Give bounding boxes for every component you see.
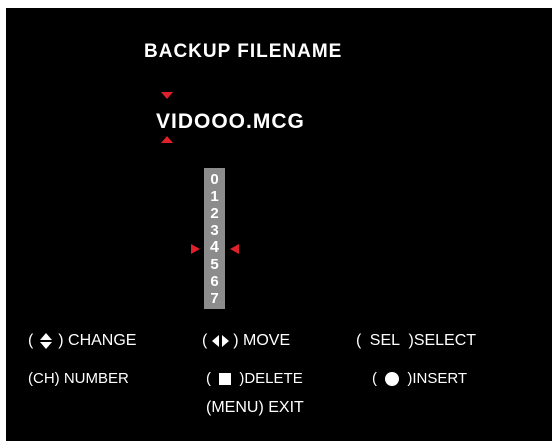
selection-left-marker-icon xyxy=(191,244,200,254)
up-down-arrows-icon xyxy=(39,332,52,349)
help-number: (CH) NUMBER xyxy=(28,370,129,387)
left-arrow-icon xyxy=(211,334,219,347)
square-icon xyxy=(219,373,232,386)
filename-field[interactable]: VIDOOO.MCG xyxy=(156,110,305,134)
selection-right-marker-icon xyxy=(230,244,239,254)
scroll-down-caret-icon xyxy=(161,92,173,99)
digit-option[interactable]: 0 xyxy=(204,172,225,187)
digit-option[interactable]: 2 xyxy=(204,206,225,221)
right-arrow-icon xyxy=(221,334,229,347)
page-title: BACKUP FILENAME xyxy=(144,41,343,62)
help-exit: (MENU) EXIT xyxy=(206,399,304,416)
digit-option[interactable]: 6 xyxy=(204,274,225,289)
digit-option[interactable]: 5 xyxy=(204,257,225,272)
help-delete: ( )DELETE xyxy=(206,370,303,387)
digit-option[interactable]: 7 xyxy=(204,291,225,306)
help-select: ( SEL )SELECT xyxy=(356,332,477,349)
scroll-up-caret-icon xyxy=(161,136,173,143)
digit-option[interactable]: 3 xyxy=(204,223,225,238)
digit-option-selected[interactable]: 4 xyxy=(204,240,225,256)
help-change: ( ) CHANGE xyxy=(28,332,137,349)
help-move: ( ) MOVE xyxy=(202,332,291,349)
digit-picker[interactable]: 0 1 2 3 4 5 6 7 xyxy=(204,168,225,309)
digit-option[interactable]: 1 xyxy=(204,189,225,204)
circle-icon xyxy=(385,372,400,387)
help-insert: ( )INSERT xyxy=(372,370,468,387)
